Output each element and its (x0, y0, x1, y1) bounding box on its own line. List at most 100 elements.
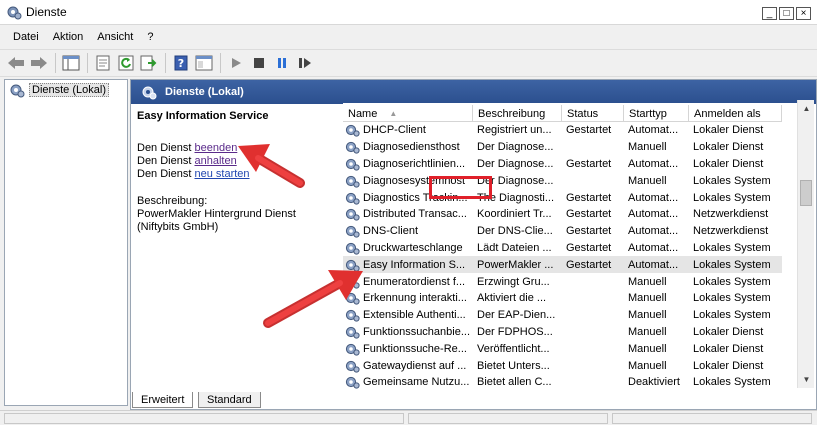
scroll-down-arrow-icon[interactable]: ▼ (798, 371, 815, 388)
table-row[interactable]: Funktionssuchanbie... Der FDPHOS... Manuel… (343, 324, 782, 341)
start-service-button[interactable] (225, 52, 247, 74)
restart-service-button[interactable] (294, 52, 316, 74)
properties-icon (96, 55, 110, 71)
column-header-name[interactable]: Name ▲ (343, 105, 473, 122)
table-row[interactable]: Diagnostics Trackin... The Diagnosti... Ge… (343, 189, 782, 206)
service-log-on-as-cell: Netzwerkdienst (693, 225, 769, 238)
close-button[interactable]: × (796, 7, 811, 20)
service-status-cell: Gestartet (566, 191, 612, 204)
column-header-log-on-as[interactable]: Anmelden als (689, 105, 782, 122)
table-row[interactable]: Diagnoserichtlinien... Der Diagnose... Ges… (343, 156, 782, 173)
service-status-cell: Gestartet (566, 225, 612, 238)
column-header-description[interactable]: Beschreibung (473, 105, 562, 122)
stop-service-link[interactable]: beenden (194, 142, 237, 154)
panel-header-title: Dienste (Lokal) (165, 86, 244, 98)
view-icon (195, 55, 213, 71)
service-name-cell: Funktionssuchanbie... (343, 325, 473, 339)
menu-ansicht[interactable]: Ansicht (90, 31, 140, 43)
table-row[interactable]: Erkennung interakti... Aktiviert die ... M… (343, 290, 782, 307)
table-row[interactable]: Enumeratordienst f... Erzwingt Gru... Manu… (343, 273, 782, 290)
service-startup-type-cell: Automat... (628, 258, 679, 271)
table-row[interactable]: Druckwarteschlange Lädt Dateien ... Gestar… (343, 240, 782, 257)
description-text-1: PowerMakler Hintergrund Dienst (137, 208, 296, 220)
stop-line: Den Dienst beenden (137, 142, 337, 155)
service-name-label: Diagnoserichtlinien... (363, 157, 466, 170)
description-text-2: (Niftybits GmbH) (137, 221, 219, 233)
toolbar: ? (0, 49, 817, 77)
menu-aktion[interactable]: Aktion (46, 31, 91, 43)
service-log-on-as-cell: Lokaler Dienst (693, 359, 764, 372)
start-service-icon (232, 58, 241, 68)
service-description-cell: Bietet allen C... (477, 376, 552, 389)
service-name-label: DHCP-Client (363, 124, 426, 137)
service-status-cell: Gestartet (566, 258, 612, 271)
service-startup-type-cell: Manuell (628, 359, 667, 372)
table-row[interactable]: Extensible Authenti... Der EAP-Dien... Man… (343, 307, 782, 324)
table-row[interactable]: Diagnosediensthost Der Diagnose... Manuell… (343, 139, 782, 156)
service-log-on-as-cell: Lokales System (693, 258, 771, 271)
service-gear-icon (345, 209, 360, 221)
window-title: Dienste (26, 5, 67, 19)
service-name-label: Extensible Authenti... (363, 309, 466, 322)
service-gear-icon (345, 276, 360, 289)
refresh-button[interactable] (115, 52, 137, 74)
pause-service-button[interactable] (271, 52, 293, 74)
status-bar-segment (408, 413, 608, 424)
service-name-label: Distributed Transac... (363, 208, 467, 221)
export-list-button[interactable] (138, 52, 160, 74)
column-header-row: Name ▲ Beschreibung Status Starttyp Anmel… (343, 105, 782, 122)
minimize-button[interactable]: _ (762, 7, 777, 20)
menu-help[interactable]: ? (140, 31, 160, 43)
service-name-cell: Druckwarteschlange (343, 241, 473, 255)
service-log-on-as-cell: Lokaler Dienst (693, 124, 764, 137)
back-button[interactable] (5, 52, 27, 74)
help-button[interactable]: ? (170, 52, 192, 74)
service-detail: Easy Information Service Den Dienst been… (137, 110, 337, 234)
scrollbar-thumb[interactable] (800, 180, 812, 206)
restart-service-link[interactable]: neu starten (194, 168, 249, 180)
tree-item-services-local[interactable]: Dienste (Lokal) (9, 82, 109, 98)
service-log-on-as-cell: Lokales System (693, 275, 771, 288)
forward-button[interactable] (28, 52, 50, 74)
service-description-cell: Der EAP-Dien... (477, 309, 556, 322)
maximize-button[interactable]: □ (779, 7, 794, 20)
column-header-name-label: Name (348, 107, 378, 120)
table-row[interactable]: Diagnosesystemhost Der Diagnose... Manuell… (343, 172, 782, 189)
sort-ascending-icon: ▲ (389, 109, 398, 118)
service-log-on-as-cell: Lokales System (693, 191, 771, 204)
service-startup-type-cell: Automat... (628, 157, 679, 170)
services-list: Name ▲ Beschreibung Status Starttyp Anmel… (343, 103, 804, 390)
stop-prefix: Den Dienst (137, 142, 195, 154)
service-startup-type-cell: Manuell (628, 342, 667, 355)
restart-prefix: Den Dienst (137, 168, 195, 180)
stop-service-button[interactable] (248, 52, 270, 74)
properties-button[interactable] (92, 52, 114, 74)
service-name-cell: DNS-Client (343, 224, 473, 238)
table-row[interactable]: Funktionssuche-Re... Veröffentlicht... Man… (343, 340, 782, 357)
view-button[interactable] (193, 52, 215, 74)
column-header-startup-type[interactable]: Starttyp (624, 105, 689, 122)
toolbar-separator (165, 53, 166, 73)
table-row[interactable]: Easy Information S... PowerMakler ... Gest… (343, 256, 782, 274)
tab-erweitert[interactable]: Erweitert (132, 392, 194, 408)
menu-datei[interactable]: Datei (6, 31, 46, 43)
pause-service-link[interactable]: anhalten (194, 155, 236, 167)
service-startup-type-cell: Automat... (628, 124, 679, 137)
toolbar-separator (220, 53, 221, 73)
tab-standard[interactable]: Standard (198, 392, 261, 408)
table-row[interactable]: Gemeinsame Nutzu... Bietet allen C... Deak… (343, 374, 782, 390)
service-name-label: Diagnosediensthost (363, 141, 460, 154)
table-row[interactable]: DNS-Client Der DNS-Clie... Gestartet Automa… (343, 223, 782, 240)
column-header-status[interactable]: Status (562, 105, 624, 122)
console-tree-button[interactable] (60, 52, 82, 74)
table-row[interactable]: Distributed Transac... Koordiniert Tr... G… (343, 206, 782, 223)
console-tree: Dienste (Lokal) (4, 79, 128, 406)
service-description-cell: Lädt Dateien ... (477, 241, 552, 254)
service-gear-icon (345, 360, 360, 373)
scroll-up-arrow-icon[interactable]: ▲ (798, 100, 815, 117)
table-row[interactable]: DHCP-Client Registriert un... Gestartet Aut… (343, 122, 782, 139)
view-tabs: Erweitert Standard (130, 390, 430, 410)
services-vertical-scrollbar[interactable]: ▲ ▼ (797, 100, 814, 388)
service-startup-type-cell: Manuell (628, 325, 667, 338)
table-row[interactable]: Gatewaydienst auf ... Bietet Unters... Man… (343, 357, 782, 374)
